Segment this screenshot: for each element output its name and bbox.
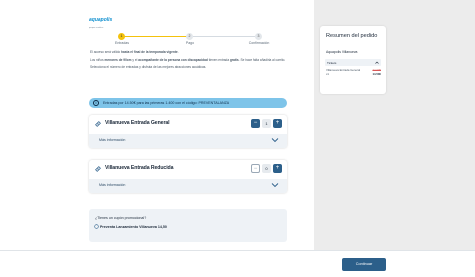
- logo-wordmark: aquapolis: [89, 17, 113, 23]
- step-3-label: Confirmación: [248, 41, 270, 45]
- quantity-stepper: − 1 +: [251, 119, 282, 128]
- summary-item-price: 22.00€ 14.50€: [372, 68, 381, 76]
- ticket-card-general: Villanueva Entrada General − 1 + Más inf…: [89, 115, 287, 148]
- stepper-line-2: [193, 36, 255, 37]
- ticket-header: Villanueva Entrada Reducida − 0 +: [89, 160, 287, 179]
- chevron-down-icon: [271, 138, 279, 143]
- summary-tab-label: Tickets: [327, 60, 337, 65]
- stepper-line-1: [122, 36, 188, 37]
- more-info-toggle[interactable]: Más información: [89, 179, 287, 193]
- logo-tagline: parque acuático: [89, 27, 104, 29]
- footer-bar: [0, 250, 475, 277]
- intro-validity: El acceso será válido hasta el final de …: [90, 50, 179, 54]
- quantity-stepper: − 0 +: [251, 164, 282, 173]
- chevron-down-icon: [271, 183, 279, 188]
- summary-tickets-toggle[interactable]: Tickets: [325, 59, 381, 66]
- ticket-icon: [95, 121, 101, 127]
- intro-select: Selecciona el número de entradas y disfr…: [90, 65, 207, 70]
- ticket-title: Villanueva Entrada Reducida: [105, 165, 174, 171]
- chevron-up-icon: [375, 61, 379, 64]
- brand-logo[interactable]: aquapolis parque acuático: [89, 8, 131, 29]
- quantity-value: 1: [262, 119, 271, 128]
- info-icon: i: [93, 100, 99, 106]
- continue-button[interactable]: Continuar: [342, 258, 386, 271]
- step-2-label: Pago: [185, 41, 195, 45]
- order-summary-card: Resumen del pedido Aquapolis Villanueva …: [320, 26, 386, 94]
- coupon-question: ¿Tienes un cupón promocional?: [95, 216, 147, 220]
- summary-item-name: Villanueva Entrada General x1: [326, 68, 361, 76]
- ticket-title: Villanueva Entrada General: [105, 120, 170, 126]
- ticket-header: Villanueva Entrada General − 1 +: [89, 115, 287, 134]
- step-1-circle: 1: [118, 33, 125, 40]
- main-column: aquapolis parque acuático 1 2 3 Entradas…: [0, 0, 314, 250]
- more-info-label: Más información: [99, 183, 126, 187]
- promo-text: Entradas por 14.50€ para las primeras 1.…: [103, 101, 230, 105]
- more-info-label: Más información: [99, 138, 126, 142]
- quantity-value: 0: [262, 164, 271, 173]
- ticket-icon: [95, 166, 101, 172]
- summary-title: Resumen del pedido: [326, 33, 378, 39]
- more-info-toggle[interactable]: Más información: [89, 134, 287, 148]
- increase-button[interactable]: +: [273, 119, 282, 128]
- decrease-button[interactable]: −: [251, 119, 260, 128]
- ticket-card-reducida: Villanueva Entrada Reducida − 0 + Más in…: [89, 160, 287, 193]
- checkout-stepper: 1 2 3 Entradas Pago Confirmación: [89, 31, 291, 47]
- step-3-circle: 3: [255, 33, 262, 40]
- checkout-page: aquapolis parque acuático 1 2 3 Entradas…: [0, 0, 475, 277]
- final-price: 14.50€: [372, 71, 381, 76]
- intro-free-entry: Los niños menores de 90cm y el acompañan…: [90, 57, 286, 62]
- step-1-label: Entradas: [114, 41, 129, 45]
- intro-text: El acceso será válido hasta el final de …: [90, 50, 286, 73]
- decrease-button[interactable]: −: [251, 164, 260, 173]
- increase-button[interactable]: +: [273, 164, 282, 173]
- step-2-circle: 2: [186, 33, 193, 40]
- summary-venue: Aquapolis Villanueva: [326, 50, 358, 54]
- tag-icon: [94, 224, 99, 229]
- coupon-box: ¿Tienes un cupón promocional? Preventa L…: [89, 209, 287, 242]
- promo-banner: i Entradas por 14.50€ para las primeras …: [89, 98, 287, 108]
- applied-coupon[interactable]: Preventa Lanzamiento Villanueva 14,50: [100, 225, 167, 229]
